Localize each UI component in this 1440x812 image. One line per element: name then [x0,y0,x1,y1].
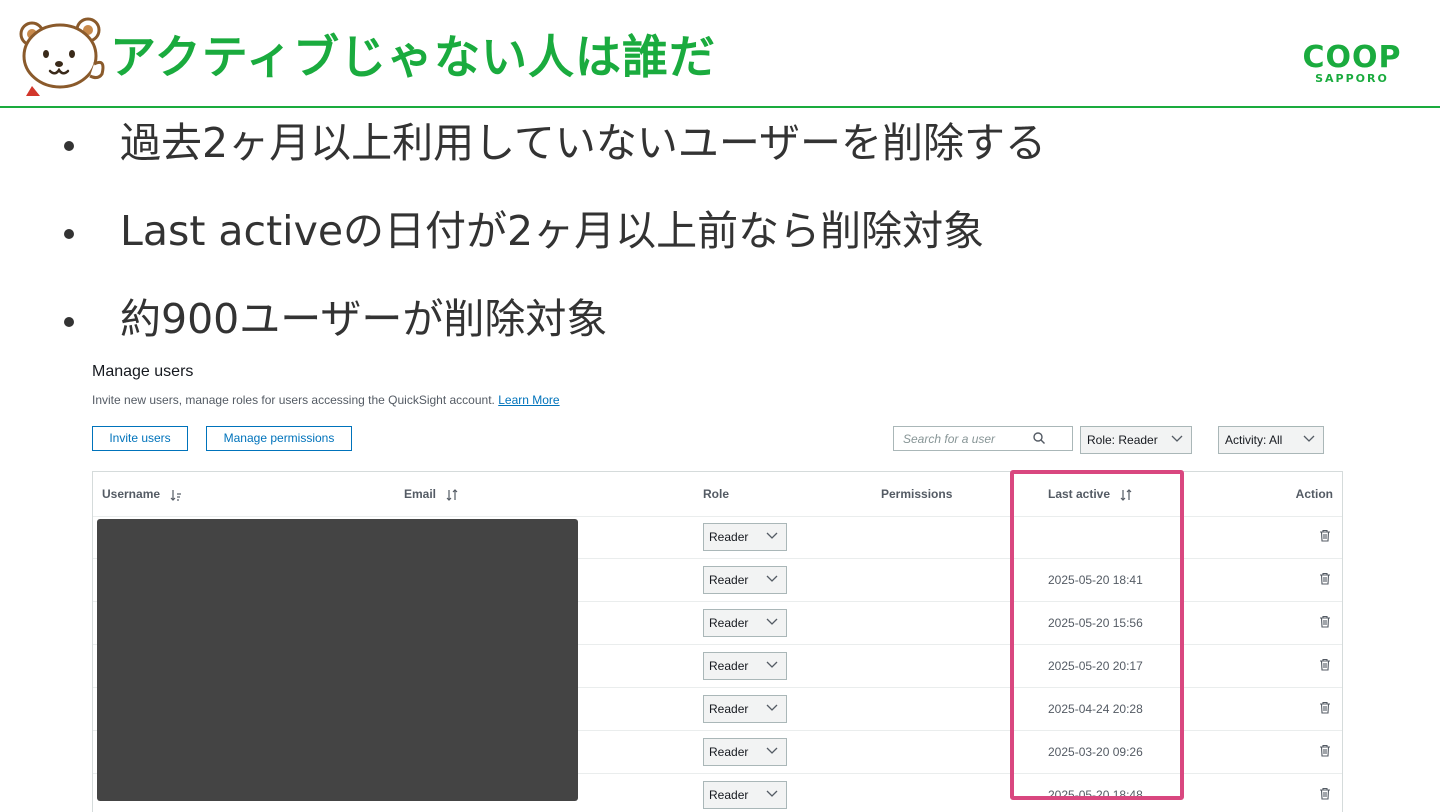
chevron-down-icon [766,575,778,582]
role-select-value: Reader [709,530,749,544]
manage-users-title: Manage users [92,363,194,380]
bullet-dot [64,317,74,327]
role-filter-select[interactable]: Role: Reader [1080,426,1192,454]
last-active-highlight [1010,470,1184,800]
bullet-list: 過去2ヶ月以上利用していないユーザーを削除する Last activeの日付が2… [58,112,1046,376]
trash-icon[interactable] [1319,701,1331,714]
sort-icon [446,488,458,501]
chevron-down-icon [766,661,778,668]
role-select-value: Reader [709,659,749,673]
brand-logo: COOP SAPPORO [1294,40,1410,88]
chevron-down-icon [766,790,778,797]
column-label: Username [102,487,161,501]
role-select[interactable]: Reader [703,695,787,723]
role-select[interactable]: Reader [703,609,787,637]
bullet-dot [64,229,74,239]
bullet-text: 約900ユーザーが削除対象 [120,295,608,343]
manage-users-description: Invite new users, manage roles for users… [92,392,560,408]
trash-icon[interactable] [1319,744,1331,757]
column-header-email[interactable]: Email [404,472,459,516]
bullet-dot [64,141,74,151]
learn-more-link[interactable]: Learn More [498,393,559,407]
bullet-text: Last activeの日付が2ヶ月以上前なら削除対象 [120,207,985,255]
bullet-item: Last activeの日付が2ヶ月以上前なら削除対象 [58,200,1046,288]
trash-icon[interactable] [1319,787,1331,800]
activity-filter-value: Activity: All [1225,433,1283,447]
bullet-text: 過去2ヶ月以上利用していないユーザーを削除する [120,119,1047,167]
bullet-item: 約900ユーザーが削除対象 [58,288,1046,376]
column-header-permissions: Permissions [881,487,953,501]
search-icon[interactable] [1032,431,1046,445]
role-select[interactable]: Reader [703,738,787,766]
trash-icon[interactable] [1319,572,1331,585]
role-select-value: Reader [709,573,749,587]
chevron-down-icon [1303,435,1315,442]
chevron-down-icon [766,618,778,625]
trash-icon[interactable] [1319,529,1331,542]
chevron-down-icon [1171,435,1183,442]
role-select-value: Reader [709,616,749,630]
bear-mascot-icon [19,17,105,96]
manage-permissions-button[interactable]: Manage permissions [206,426,352,451]
chevron-down-icon [766,747,778,754]
brand-name: COOP [1302,40,1402,75]
search-box [893,426,1073,451]
role-select-value: Reader [709,788,749,802]
role-select[interactable]: Reader [703,652,787,680]
bullet-item: 過去2ヶ月以上利用していないユーザーを削除する [58,112,1046,200]
description-text: Invite new users, manage roles for users… [92,393,495,407]
role-select[interactable]: Reader [703,781,787,809]
slide-title: アクティブじゃない人は誰だ [110,30,716,84]
trash-icon[interactable] [1319,658,1331,671]
column-label: Email [404,487,437,501]
column-header-action: Action [1295,487,1333,501]
chevron-down-icon [766,532,778,539]
invite-users-button[interactable]: Invite users [92,426,188,451]
redacted-user-info [97,519,578,801]
role-select[interactable]: Reader [703,566,787,594]
role-select-value: Reader [709,702,749,716]
column-header-role: Role [703,487,730,501]
trash-icon[interactable] [1319,615,1331,628]
role-filter-value: Role: Reader [1087,433,1158,447]
header-divider [0,106,1440,108]
role-select-value: Reader [709,745,749,759]
role-select[interactable]: Reader [703,523,787,551]
activity-filter-select[interactable]: Activity: All [1218,426,1324,454]
column-header-username[interactable]: Username [102,472,183,516]
sort-icon [170,489,182,501]
search-input[interactable] [894,427,1043,450]
chevron-down-icon [766,704,778,711]
